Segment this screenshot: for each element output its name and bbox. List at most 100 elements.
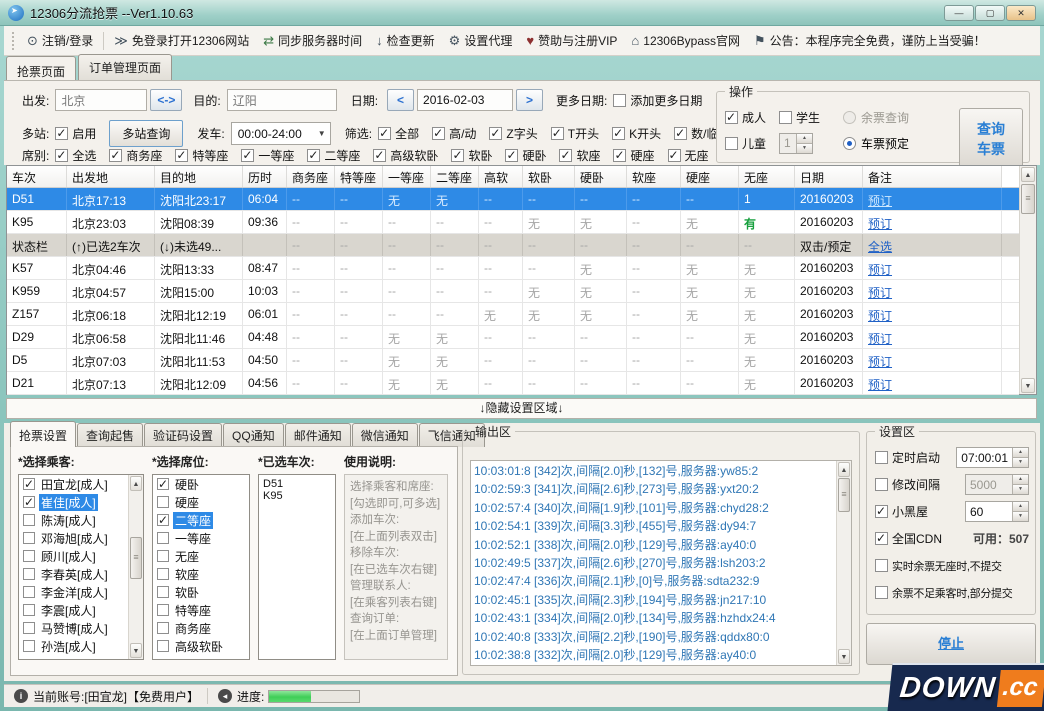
seat-item[interactable]: 软卧 [153, 583, 249, 601]
seat-class-hard-seat-checkbox[interactable]: 硬座 [613, 147, 654, 164]
seat-item[interactable]: 无座 [153, 547, 249, 565]
add-more-dates-checkbox[interactable]: 添加更多日期 [613, 92, 702, 109]
passenger-item[interactable]: 陈涛[成人] [19, 511, 128, 529]
column-header-7[interactable]: 二等座 [431, 166, 479, 187]
spin-up-icon[interactable]: ▲ [1013, 448, 1028, 458]
check-update-button[interactable]: ↓检查更新 [369, 29, 442, 53]
checkbox[interactable] [23, 532, 35, 544]
hide-settings-bar[interactable]: ↓隐藏设置区域↓ [6, 398, 1037, 419]
table-row[interactable]: D5北京07:03沈阳北11:5304:50----无无----------无2… [7, 349, 1019, 372]
multi-station-enable-checkbox[interactable]: 启用 [55, 125, 96, 142]
table-row[interactable]: Z157北京06:18沈阳北12:1906:01--------无无无--无无2… [7, 303, 1019, 326]
checkbox[interactable] [157, 586, 169, 598]
checkbox[interactable] [23, 586, 35, 598]
scroll-down-icon[interactable]: ▼ [838, 649, 850, 664]
seat-item[interactable]: 硬卧 [153, 475, 249, 493]
child-checkbox[interactable]: 儿童 [725, 135, 766, 152]
passenger-item[interactable]: 田宜龙[成人] [19, 475, 128, 493]
scroll-up-icon[interactable]: ▲ [1021, 167, 1035, 182]
scroll-down-icon[interactable]: ▼ [1021, 378, 1035, 393]
selected-train-item[interactable]: D51 [263, 478, 331, 490]
output-scrollbar[interactable]: ▲ ▼ [836, 461, 851, 665]
checkbox[interactable] [157, 604, 169, 616]
tab-orders[interactable]: 订单管理页面 [78, 54, 172, 80]
spin-down-icon[interactable]: ▼ [1013, 458, 1028, 467]
filter-num-checkbox[interactable]: 数/临 [674, 125, 718, 142]
close-button[interactable]: ✕ [1006, 5, 1036, 21]
column-header-0[interactable]: 车次 [7, 166, 67, 187]
column-header-5[interactable]: 特等座 [335, 166, 383, 187]
passenger-item[interactable]: 马赞博[成人] [19, 619, 128, 637]
seat-class-all-checkbox[interactable]: 全选 [55, 147, 96, 164]
seat-class-no-seat-checkbox[interactable]: 无座 [668, 147, 709, 164]
column-header-14[interactable]: 日期 [795, 166, 863, 187]
partial-submit-checkbox[interactable]: 余票不足乘客时,部分提交 [875, 585, 1012, 601]
sync-time-button[interactable]: ⇄同步服务器时间 [256, 29, 369, 53]
checkbox[interactable] [23, 622, 35, 634]
checkbox[interactable] [23, 496, 35, 508]
date-input[interactable] [417, 89, 513, 111]
passenger-item[interactable]: 邓海旭[成人] [19, 529, 128, 547]
seat-item[interactable]: 软座 [153, 565, 249, 583]
table-row[interactable]: K959北京04:57沈阳15:0010:03----------无无--无无2… [7, 280, 1019, 303]
scroll-up-icon[interactable]: ▲ [130, 476, 142, 491]
book-link[interactable]: 预订 [868, 194, 892, 208]
ticket-booking-radio[interactable] [843, 137, 856, 150]
seat-class-soft-seat-checkbox[interactable]: 软座 [559, 147, 600, 164]
spin-up-icon[interactable]: ▲ [1013, 475, 1028, 485]
seat-class-hard-sleeper-checkbox[interactable]: 硬卧 [505, 147, 546, 164]
donate-vip-button[interactable]: ♥赞助与注册VIP [519, 29, 624, 53]
passenger-list[interactable]: 田宜龙[成人]崔佳[成人]陈涛[成人]邓海旭[成人]顾川[成人]李春英[成人]李… [18, 474, 144, 660]
checkbox[interactable] [157, 514, 169, 526]
maximize-button[interactable]: ▢ [975, 5, 1005, 21]
filter-all-checkbox[interactable]: 全部 [378, 125, 419, 142]
scrollbar-thumb[interactable] [838, 478, 850, 512]
book-link[interactable]: 预订 [868, 378, 892, 392]
filter-gd-checkbox[interactable]: 高/动 [432, 125, 476, 142]
book-link[interactable]: 预订 [868, 263, 892, 277]
scroll-up-icon[interactable]: ▲ [838, 462, 850, 477]
selected-train-item[interactable]: K95 [263, 490, 331, 502]
scrollbar-thumb[interactable] [1021, 184, 1035, 214]
seat-list[interactable]: 硬卧硬座二等座一等座无座软座软卧特等座商务座高级软卧 [152, 474, 250, 660]
seat-item[interactable]: 特等座 [153, 601, 249, 619]
column-header-1[interactable]: 出发地 [67, 166, 155, 187]
table-row[interactable]: D21北京07:13沈阳北12:0904:56----无无----------无… [7, 372, 1019, 395]
passenger-item[interactable]: 李金洋[成人] [19, 583, 128, 601]
column-header-15[interactable]: 备注 [863, 166, 1002, 187]
column-header-11[interactable]: 软座 [627, 166, 681, 187]
checkbox[interactable] [23, 514, 35, 526]
timed-start-spinner[interactable]: 07:00:01▲▼ [956, 447, 1029, 468]
scrollbar-thumb[interactable] [130, 537, 142, 579]
seat-item[interactable]: 硬座 [153, 493, 249, 511]
multi-station-query-button[interactable]: 多站查询 [109, 120, 183, 147]
adult-checkbox[interactable]: 成人 [725, 109, 766, 126]
output-log[interactable]: 10:03:01:8 [342]次,间隔[2.0]秒,[132]号,服务器:yw… [470, 460, 852, 666]
column-header-12[interactable]: 硬座 [681, 166, 739, 187]
official-site-button[interactable]: ⌂12306Bypass官网 [624, 29, 747, 53]
checkbox[interactable] [157, 622, 169, 634]
selected-trains-list[interactable]: D51K95 [258, 474, 336, 660]
timed-start-checkbox[interactable]: 定时启动 [875, 449, 940, 466]
modify-interval-spinner[interactable]: 5000▲▼ [965, 474, 1029, 495]
checkbox[interactable] [157, 496, 169, 508]
book-link[interactable]: 预订 [868, 217, 892, 231]
column-header-6[interactable]: 一等座 [383, 166, 431, 187]
seat-item[interactable]: 二等座 [153, 511, 249, 529]
column-header-13[interactable]: 无座 [739, 166, 795, 187]
passenger-item[interactable]: 孙浩[成人] [19, 637, 128, 655]
passenger-item[interactable]: 李春英[成人] [19, 565, 128, 583]
column-header-8[interactable]: 高软 [479, 166, 523, 187]
seat-item[interactable]: 一等座 [153, 529, 249, 547]
seat-item[interactable]: 商务座 [153, 619, 249, 637]
checkbox[interactable] [157, 640, 169, 652]
checkbox[interactable] [23, 550, 35, 562]
column-header-10[interactable]: 硬卧 [575, 166, 627, 187]
proxy-settings-button[interactable]: ⚙设置代理 [442, 29, 520, 53]
seat-class-business-checkbox[interactable]: 商务座 [109, 147, 162, 164]
table-row[interactable]: D51北京17:13沈阳北23:1706:04----无无----------1… [7, 188, 1019, 211]
book-link[interactable]: 预订 [868, 332, 892, 346]
checkbox[interactable] [157, 568, 169, 580]
checkbox[interactable] [23, 478, 35, 490]
table-row[interactable]: K95北京23:03沈阳08:3909:36----------无无--无有20… [7, 211, 1019, 234]
